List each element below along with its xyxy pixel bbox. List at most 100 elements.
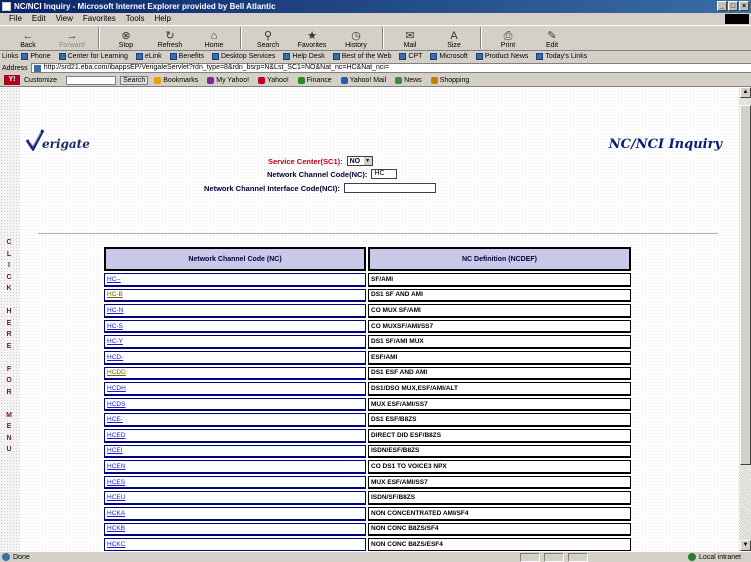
- link-item[interactable]: Phone: [21, 53, 51, 60]
- nc-code-link[interactable]: HCEU: [104, 491, 366, 505]
- yahoo-item[interactable]: Shopping: [430, 76, 469, 84]
- status-panel: [520, 553, 540, 562]
- search-button[interactable]: ⚲ Search: [246, 26, 290, 50]
- link-item[interactable]: Benefits: [169, 53, 204, 60]
- menu-tools[interactable]: Tools: [121, 13, 150, 25]
- nci-label: Network Channel Interface Code(NCI):: [204, 183, 340, 193]
- nc-code-link[interactable]: HCEN: [104, 460, 366, 474]
- nci-input[interactable]: [343, 183, 436, 193]
- nc-code-link[interactable]: HCD-: [104, 350, 366, 365]
- scrollbar-thumb[interactable]: [740, 105, 751, 465]
- yahoo-item-icon: [154, 76, 162, 84]
- yahoo-search-input[interactable]: [66, 75, 117, 85]
- nc-input[interactable]: HC: [371, 169, 398, 179]
- print-button[interactable]: ⎙ Print: [486, 26, 530, 50]
- favorites-icon: ★: [307, 30, 317, 42]
- nc-code-link[interactable]: HC-Y: [104, 335, 366, 349]
- minimize-button[interactable]: _: [717, 1, 727, 11]
- scroll-up-button[interactable]: ▲: [740, 87, 751, 98]
- nc-code-link[interactable]: HCED: [104, 428, 366, 443]
- link-item[interactable]: Product News: [475, 53, 528, 60]
- menu-view[interactable]: View: [51, 13, 78, 25]
- click-here-for-menu-sidebar[interactable]: CLICK HERE FOR MENU: [3, 237, 15, 456]
- maximize-button[interactable]: □: [728, 1, 738, 11]
- page-title: NC/NCI Inquiry: [608, 137, 722, 152]
- nc-definition: MUX ESF/AMI/SS7: [368, 397, 631, 412]
- link-item[interactable]: CPT: [399, 53, 422, 60]
- history-button[interactable]: ◷ History: [334, 26, 378, 50]
- search-icon: ⚲: [263, 30, 273, 42]
- menu-file[interactable]: File: [4, 13, 27, 25]
- mail-button[interactable]: ✉ Mail: [388, 26, 432, 50]
- yahoo-item-icon: [297, 76, 305, 84]
- sidebar-letter: U: [6, 446, 12, 453]
- nc-code-link[interactable]: HCEI: [104, 444, 366, 459]
- yahoo-item[interactable]: Finance: [297, 76, 332, 84]
- nc-code-link[interactable]: HCKA: [104, 506, 366, 521]
- vertical-scrollbar[interactable]: ▲ ▼: [740, 87, 751, 551]
- link-item[interactable]: Desktop Services: [211, 53, 275, 60]
- yahoo-search-button[interactable]: Search: [120, 75, 149, 85]
- nc-code-link[interactable]: HC--: [104, 273, 366, 287]
- yahoo-item-label: Yahoo! Mail: [349, 76, 387, 84]
- page-content: erigate NC/NCI Inquiry Service Center(SC…: [20, 87, 738, 551]
- close-button[interactable]: ×: [739, 1, 749, 11]
- back-button[interactable]: ← Back: [6, 26, 50, 50]
- page-link-icon: [430, 53, 438, 60]
- yahoo-item[interactable]: My Yahoo!: [207, 76, 249, 84]
- favorites-button[interactable]: ★ Favorites: [290, 26, 334, 50]
- nc-code-link[interactable]: HC-S: [104, 319, 366, 334]
- yahoo-item-icon: [258, 76, 266, 84]
- link-item[interactable]: Microsoft: [430, 53, 468, 60]
- chevron-down-icon: ▼: [363, 157, 372, 165]
- menu-help[interactable]: Help: [149, 13, 175, 25]
- nc-code-link[interactable]: HCE-: [104, 413, 366, 427]
- link-item[interactable]: Center for Learning: [58, 53, 128, 60]
- toolbar-label: Home: [204, 42, 224, 49]
- nc-code-link[interactable]: HC-N: [104, 304, 366, 318]
- link-label: Help Desk: [292, 53, 325, 60]
- link-item[interactable]: Today's Links: [536, 53, 587, 60]
- yahoo-item[interactable]: Yahoo! Mail: [340, 76, 387, 84]
- nc-code-link[interactable]: HCDH: [104, 382, 366, 396]
- yahoo-item-label: Bookmarks: [163, 76, 199, 84]
- stop-button[interactable]: ⊗ Stop: [104, 26, 148, 50]
- customize-button[interactable]: Customize: [24, 77, 57, 84]
- sidebar-letter: R: [6, 331, 12, 338]
- home-icon: ⌂: [210, 30, 218, 42]
- size-button[interactable]: A Size: [432, 26, 476, 50]
- service-center-select[interactable]: NO ▼: [346, 156, 373, 166]
- forward-button[interactable]: → Forward: [50, 26, 94, 50]
- nc-code-link[interactable]: HCDS: [104, 397, 366, 412]
- nc-code-link[interactable]: HC-B: [104, 288, 366, 303]
- link-item[interactable]: Help Desk: [283, 53, 325, 60]
- sidebar-letter: [3, 398, 15, 410]
- sidebar-letter: L: [6, 250, 12, 258]
- yahoo-item[interactable]: News: [395, 76, 422, 84]
- ncdef-column-header: NC Definition (NCDEF): [368, 247, 631, 271]
- scroll-down-button[interactable]: ▼: [740, 540, 751, 551]
- edit-button[interactable]: ✎ Edit: [530, 26, 574, 50]
- nc-code-link[interactable]: HCES: [104, 475, 366, 490]
- nc-definition: SF/AMI: [368, 273, 631, 287]
- yahoo-item[interactable]: Bookmarks: [154, 76, 199, 84]
- yahoo-item-label: News: [404, 76, 422, 84]
- security-zone: Local intranet: [687, 553, 741, 561]
- address-input[interactable]: http://srd21.eba.com/ibappsEP/VerigateSe…: [30, 63, 751, 73]
- nc-code-link[interactable]: HCKC: [104, 538, 366, 551]
- nc-code-link[interactable]: HCDD: [104, 366, 366, 381]
- home-button[interactable]: ⌂ Home: [192, 26, 236, 50]
- menu-edit[interactable]: Edit: [27, 13, 51, 25]
- back-arrow-icon: ←: [22, 30, 34, 42]
- page-link-icon: [169, 53, 177, 60]
- refresh-button[interactable]: ↻ Refresh: [148, 26, 192, 50]
- print-icon: ⎙: [503, 30, 513, 42]
- link-item[interactable]: eLink: [135, 53, 162, 60]
- link-item[interactable]: Best of the Web: [332, 53, 391, 60]
- link-label: Center for Learning: [67, 53, 128, 60]
- yahoo-logo-icon[interactable]: Y!: [4, 75, 20, 85]
- menu-favorites[interactable]: Favorites: [78, 13, 121, 25]
- yahoo-item[interactable]: Yahoo!: [258, 76, 289, 84]
- nc-column-header: Network Channel Code (NC): [104, 247, 366, 271]
- nc-code-link[interactable]: HCKB: [104, 522, 366, 537]
